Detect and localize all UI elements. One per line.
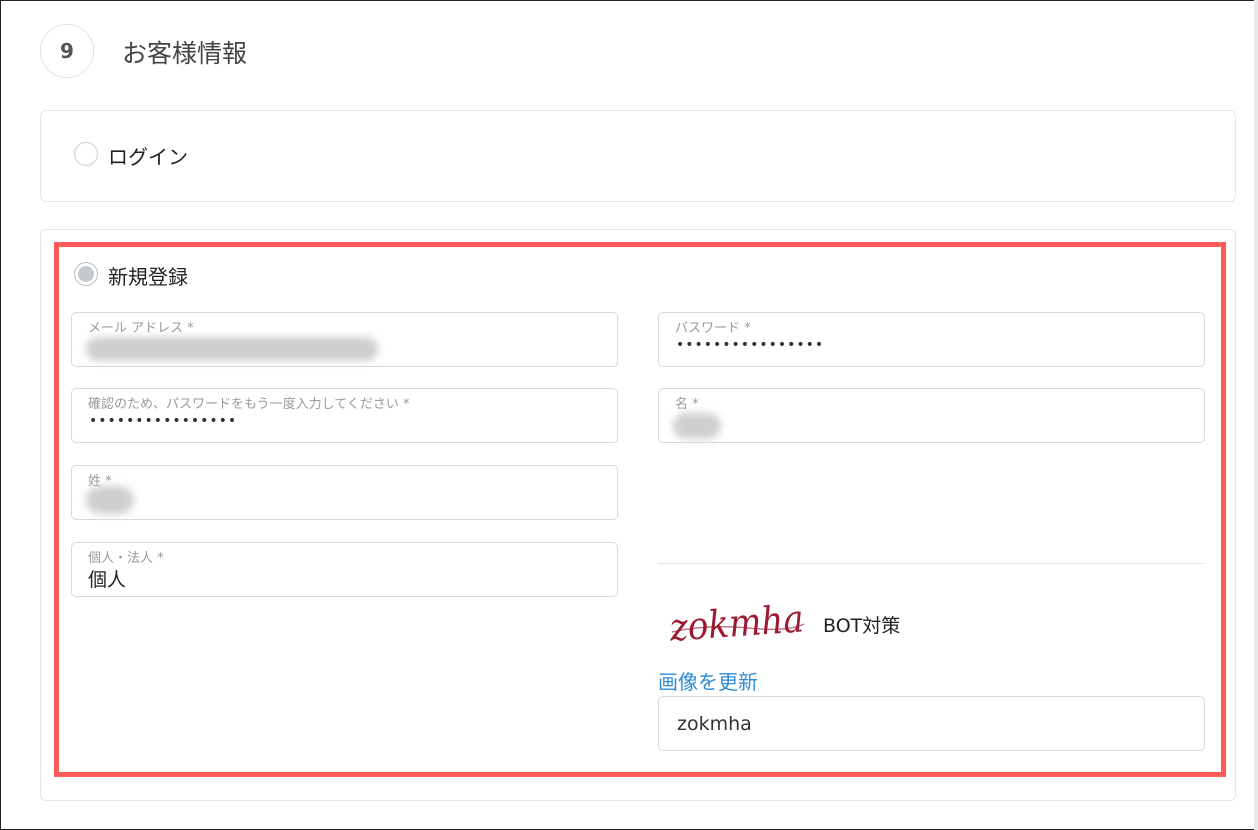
captcha-input[interactable]	[658, 696, 1205, 751]
captcha-image: zokmha	[668, 596, 805, 649]
register-radio[interactable]	[74, 262, 98, 286]
password-confirm-field[interactable]: 確認のため、パスワードをもう一度入力してください * •••••••••••••…	[71, 388, 618, 443]
section-title: お客様情報	[122, 39, 248, 68]
entity-type-field-value: 個人	[88, 569, 127, 591]
password-confirm-field-label: 確認のため、パスワードをもう一度入力してください *	[88, 397, 410, 412]
entity-type-field[interactable]: 個人・法人 * 個人	[71, 542, 618, 597]
login-radio[interactable]	[74, 142, 98, 166]
login-option-card[interactable]	[40, 110, 1236, 202]
captcha-divider	[658, 563, 1205, 564]
refresh-captcha-link[interactable]: 画像を更新	[658, 666, 758, 695]
email-field-label: メール アドレス *	[88, 321, 194, 336]
password-field-label: パスワード *	[675, 321, 751, 336]
entity-type-field-label: 個人・法人 *	[88, 551, 164, 566]
email-redacted-blur	[86, 337, 378, 361]
step-number-badge: 9	[40, 24, 94, 78]
captcha-image-text: zokmha	[668, 596, 805, 649]
register-radio-label[interactable]: 新規登録	[108, 261, 188, 290]
email-field[interactable]: メール アドレス *	[71, 312, 618, 367]
login-radio-label[interactable]: ログイン	[108, 141, 188, 170]
scrollbar-track	[1254, 0, 1258, 830]
last-name-redacted-blur	[86, 486, 134, 514]
password-field-value: ••••••••••••••••	[676, 337, 825, 353]
first-name-redacted-blur	[673, 413, 721, 439]
password-field[interactable]: パスワード * ••••••••••••••••	[658, 312, 1205, 367]
password-confirm-field-value: ••••••••••••••••	[89, 413, 238, 429]
last-name-field[interactable]: 姓 *	[71, 465, 618, 520]
first-name-field[interactable]: 名 *	[658, 388, 1205, 443]
first-name-field-label: 名 *	[675, 397, 699, 412]
bot-protection-label: BOT対策	[823, 615, 901, 637]
